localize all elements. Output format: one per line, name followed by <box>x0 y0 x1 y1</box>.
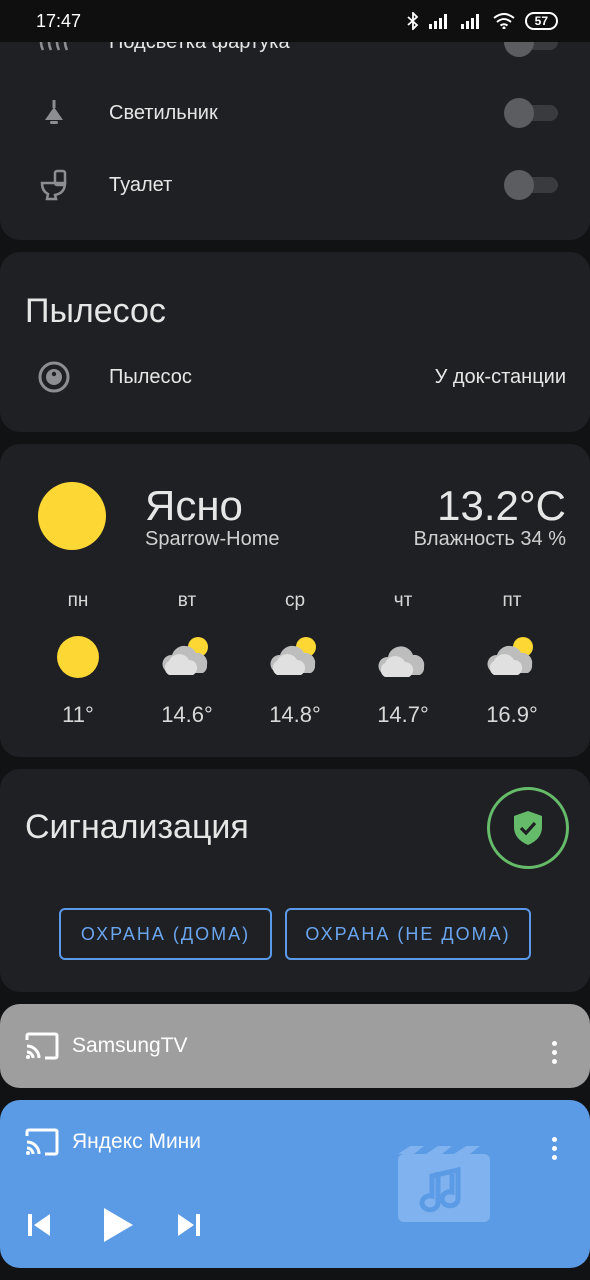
signal-icon <box>428 14 447 29</box>
partly-cloudy-icon <box>487 637 533 675</box>
cloudy-icon <box>378 646 425 677</box>
vacuum-card-title: Пылесос <box>25 292 166 330</box>
movie-music-icon <box>398 1146 490 1222</box>
media-player-yandex-mini[interactable]: Яндекс Мини <box>0 1100 590 1268</box>
sun-icon <box>57 636 99 678</box>
vacuum-state: У док-станции <box>434 365 566 388</box>
forecast-day-label: пн <box>67 590 89 611</box>
forecast-day-label: ср <box>284 590 306 611</box>
media-player-name: Яндекс Мини <box>72 1130 202 1153</box>
forecast-temp: 14.6° <box>161 702 213 727</box>
cast-icon <box>25 1128 59 1156</box>
wifi-icon <box>493 13 515 29</box>
weather-temperature: 13.2°C <box>437 482 566 529</box>
arm-away-button[interactable]: ОХРАНА (НЕ ДОМА) <box>285 908 531 960</box>
vacuum-label: Пылесос <box>109 365 192 388</box>
ceiling-lamp-icon <box>36 95 72 131</box>
partly-cloudy-icon <box>270 637 316 675</box>
cast-icon <box>25 1032 59 1060</box>
status-time: 17:47 <box>36 10 82 31</box>
arm-home-button[interactable]: ОХРАНА (ДОМА) <box>59 908 272 960</box>
forecast-temp: 14.8° <box>269 702 321 727</box>
forecast-day-label: чт <box>393 590 413 611</box>
sun-icon <box>38 482 106 550</box>
shield-check-icon <box>514 811 542 845</box>
play-icon[interactable] <box>102 1206 134 1244</box>
forecast-day: чт 14.7° <box>353 590 453 728</box>
alarm-status-button[interactable] <box>487 787 569 869</box>
forecast-day-label: пт <box>502 590 522 611</box>
light-label: Светильник <box>109 101 218 124</box>
more-options-icon[interactable] <box>546 1133 562 1163</box>
light-row-toilet[interactable]: Туалет <box>0 157 590 213</box>
signal-icon <box>460 14 479 29</box>
previous-track-icon[interactable] <box>26 1212 52 1238</box>
forecast-day: ср 14.8° <box>245 590 345 728</box>
forecast-temp: 14.7° <box>377 702 429 727</box>
weather-condition: Ясно <box>145 482 243 529</box>
more-options-icon[interactable] <box>546 1037 562 1067</box>
next-track-icon[interactable] <box>176 1212 202 1238</box>
light-toggle[interactable] <box>504 170 558 200</box>
alarm-card-title: Сигнализация <box>25 808 249 846</box>
vacuum-row[interactable]: Пылесос У док-станции <box>0 349 590 405</box>
forecast-day: пн 11° <box>28 590 128 728</box>
toilet-icon <box>36 167 72 203</box>
forecast-day: пт 16.9° <box>462 590 562 728</box>
status-icons: 57 <box>407 12 558 30</box>
light-label: Туалет <box>109 173 173 196</box>
status-bar: 17:47 57 <box>0 0 590 42</box>
bluetooth-icon <box>407 12 418 30</box>
partly-cloudy-icon <box>162 637 208 675</box>
forecast-day-label: вт <box>177 590 197 611</box>
light-toggle[interactable] <box>504 98 558 128</box>
light-row-lamp[interactable]: Светильник <box>0 85 590 141</box>
media-player-name: SamsungTV <box>72 1034 188 1057</box>
weather-location: Sparrow-Home <box>145 528 280 550</box>
battery-indicator: 57 <box>524 12 558 30</box>
vacuum-card: Пылесос Пылесос У док-станции <box>0 252 590 432</box>
weather-humidity: Влажность 34 % <box>413 528 566 550</box>
robot-vacuum-icon <box>36 359 72 395</box>
media-player-samsungtv[interactable]: SamsungTV <box>0 1004 590 1088</box>
forecast-temp: 16.9° <box>486 702 538 727</box>
forecast-day: вт 14.6° <box>137 590 237 728</box>
forecast-temp: 11° <box>62 702 94 727</box>
